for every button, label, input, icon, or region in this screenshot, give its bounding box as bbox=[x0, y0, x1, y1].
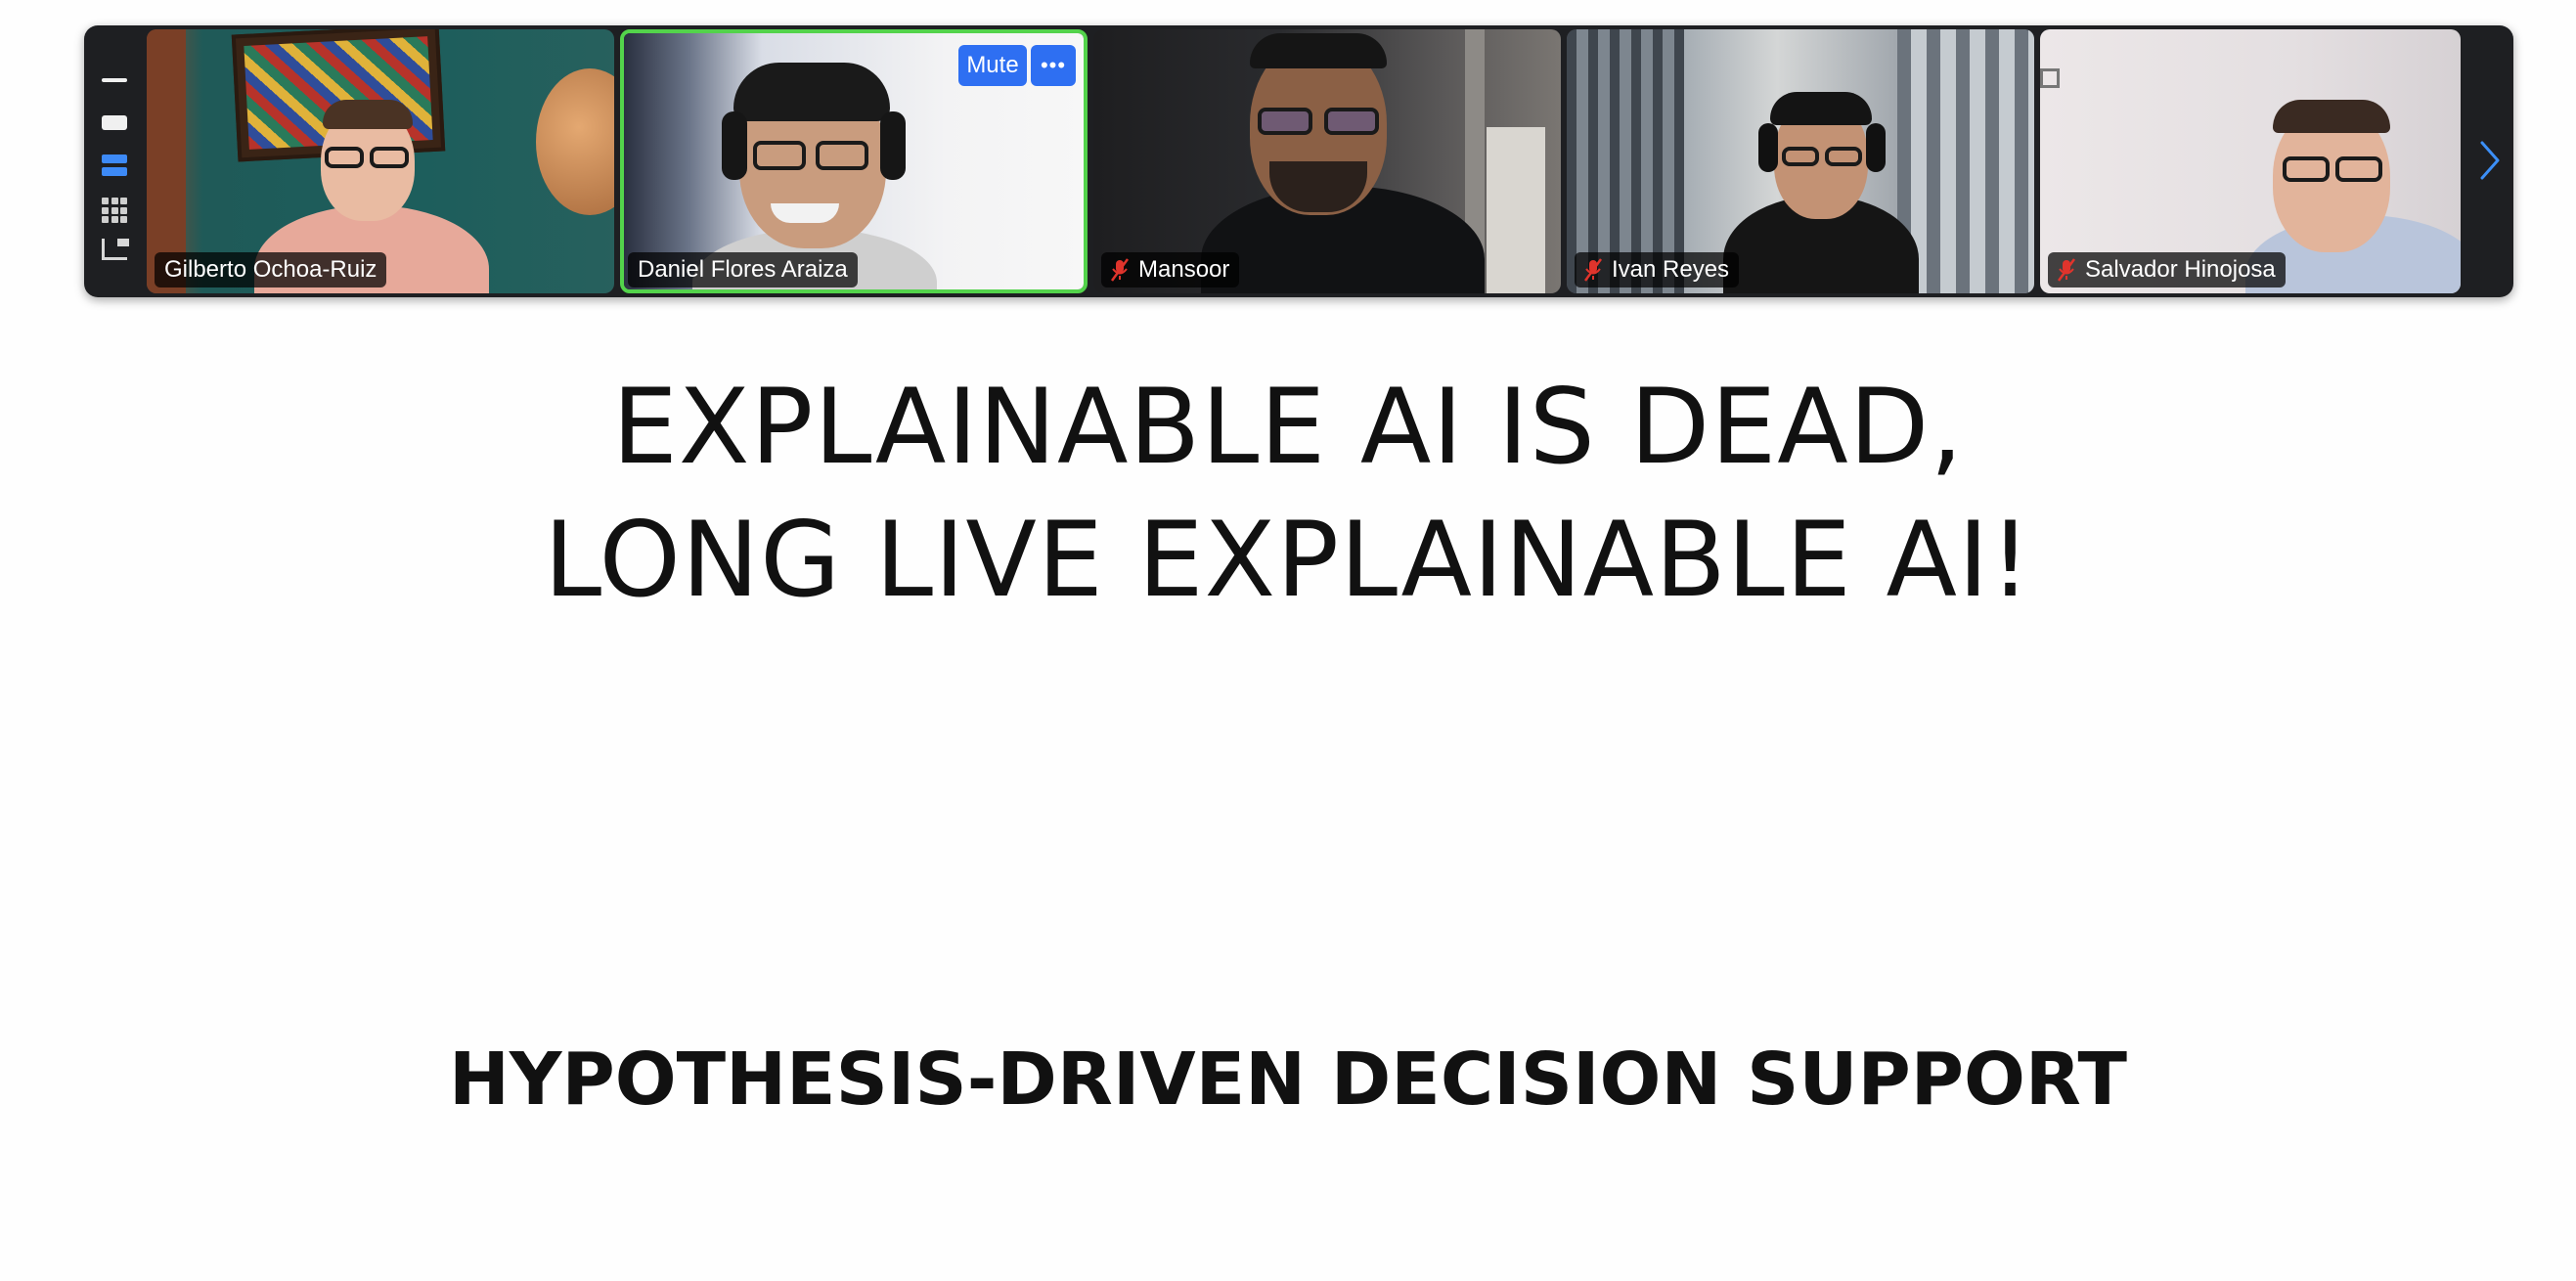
participant-name: Gilberto Ochoa-Ruiz bbox=[164, 256, 378, 283]
hide-video-icon[interactable] bbox=[102, 239, 129, 260]
participant-tile-active[interactable]: Mute ••• Daniel Flores Araiza bbox=[620, 29, 1088, 293]
participant-tile[interactable]: Salvador Hinojosa bbox=[2040, 29, 2461, 293]
mic-muted-icon bbox=[2058, 258, 2075, 282]
participant-name: Ivan Reyes bbox=[1612, 256, 1730, 283]
more-options-button[interactable]: ••• bbox=[1031, 45, 1076, 86]
mute-participant-button[interactable]: Mute bbox=[958, 45, 1027, 86]
slide-title-line2: LONG LIVE EXPLAINABLE AI! bbox=[544, 500, 2032, 620]
participant-name-tag: Salvador Hinojosa bbox=[2048, 252, 2286, 287]
video-strip: Gilberto Ochoa-Ruiz Mute ••• Daniel Flor… bbox=[84, 25, 2513, 297]
slide-title-line1: EXPLAINABLE AI IS DEAD, bbox=[611, 367, 1965, 487]
minimize-view-icon[interactable] bbox=[102, 78, 127, 82]
participant-name: Salvador Hinojosa bbox=[2085, 256, 2276, 283]
participant-tile[interactable]: Ivan Reyes bbox=[1567, 29, 2034, 293]
mic-muted-icon bbox=[1584, 258, 1602, 282]
view-controls bbox=[84, 25, 145, 297]
participant-name-tag: Daniel Flores Araiza bbox=[628, 252, 858, 287]
chevron-right-icon[interactable] bbox=[2470, 133, 2509, 188]
mic-muted-icon bbox=[1111, 258, 1129, 282]
participant-name: Daniel Flores Araiza bbox=[638, 256, 848, 283]
slide-subtitle: HYPOTHESIS-DRIVEN DECISION SUPPORT bbox=[448, 1038, 2128, 1122]
participant-name-tag: Ivan Reyes bbox=[1575, 252, 1740, 287]
screen: Gilberto Ochoa-Ruiz Mute ••• Daniel Flor… bbox=[0, 0, 2576, 1281]
participant-tile[interactable]: Mansoor bbox=[1093, 29, 1561, 293]
gallery-view-icon[interactable] bbox=[102, 198, 127, 223]
participant-name-tag: Gilberto Ochoa-Ruiz bbox=[155, 252, 387, 287]
speaker-view-icon[interactable] bbox=[102, 115, 127, 130]
strip-view-icon[interactable] bbox=[102, 155, 127, 176]
participant-name-tag: Mansoor bbox=[1101, 252, 1240, 287]
participant-name: Mansoor bbox=[1138, 256, 1230, 283]
participant-tile[interactable]: Gilberto Ochoa-Ruiz bbox=[147, 29, 614, 293]
